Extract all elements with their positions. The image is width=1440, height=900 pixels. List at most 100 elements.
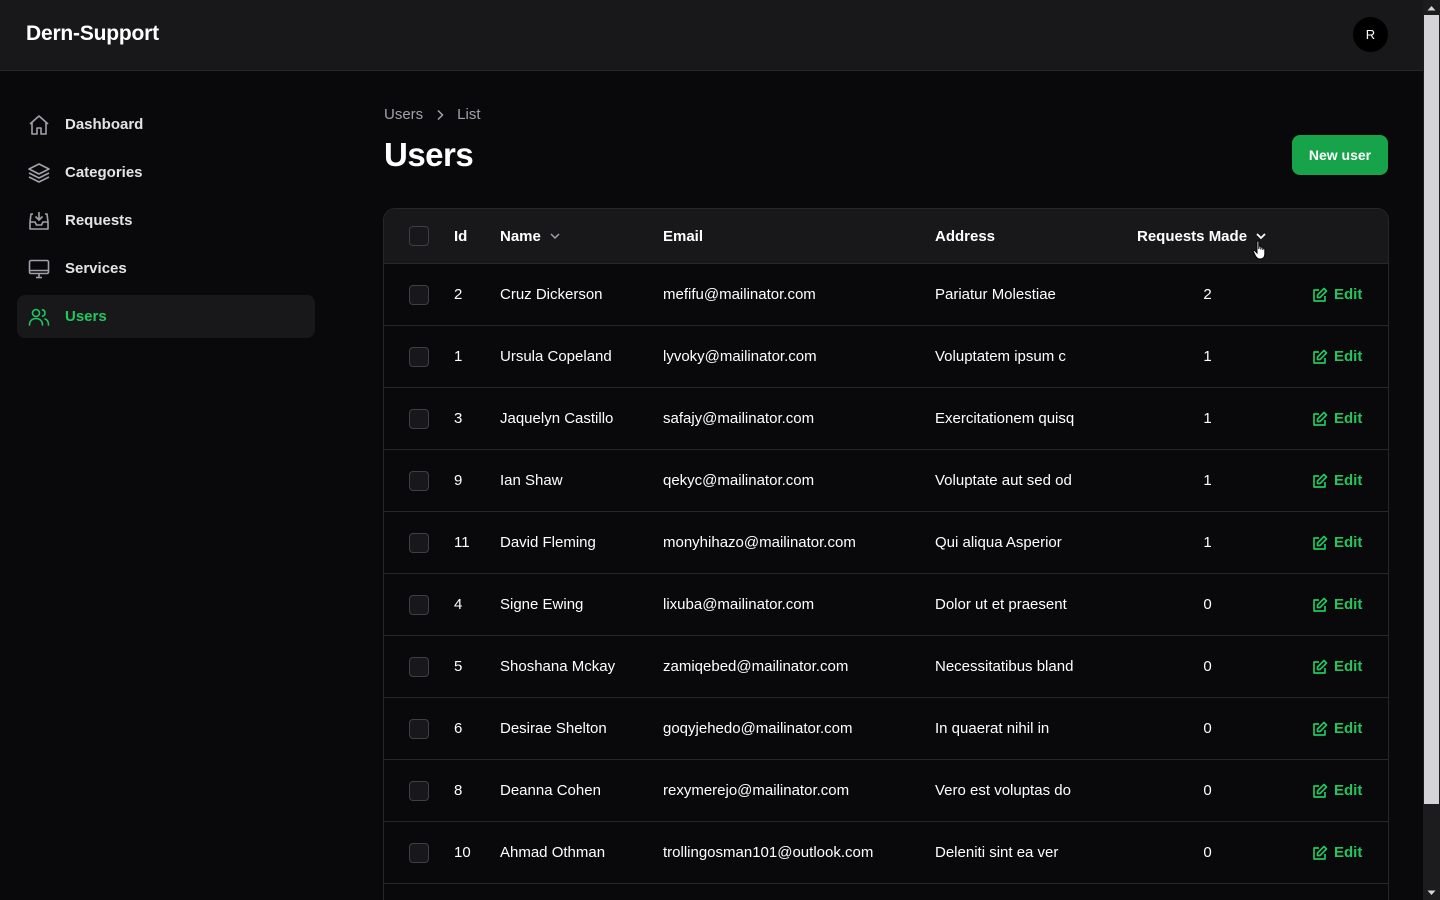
- cell-address: Vero est voluptas do: [935, 782, 1071, 799]
- cell-email: goqyjehedo@mailinator.com: [663, 720, 853, 737]
- sidebar-item-label: Categories: [65, 164, 143, 181]
- table-row: 8 Deanna Cohen rexymerejo@mailinator.com…: [384, 760, 1388, 822]
- table-row: 10 Ahmad Othman trollingosman101@outlook…: [384, 822, 1388, 884]
- edit-button[interactable]: Edit: [1312, 348, 1362, 365]
- column-header-label: Name: [500, 227, 541, 245]
- cell-name: Ahmad Othman: [500, 844, 606, 861]
- edit-button[interactable]: Edit: [1312, 410, 1362, 427]
- cell-email: qekyc@mailinator.com: [663, 472, 815, 489]
- breadcrumb-current: List: [457, 106, 481, 123]
- sidebar-item-dashboard[interactable]: Dashboard: [17, 103, 315, 146]
- cell-id: 5: [454, 658, 463, 675]
- users-icon: [27, 305, 51, 329]
- edit-button[interactable]: Edit: [1312, 596, 1362, 613]
- cell-name: Cruz Dickerson: [500, 286, 603, 303]
- cell-name: Jaquelyn Castillo: [500, 410, 614, 427]
- scroll-down-icon[interactable]: [1426, 887, 1437, 898]
- row-checkbox[interactable]: [409, 656, 429, 677]
- table-row: 6 Desirae Shelton goqyjehedo@mailinator.…: [384, 698, 1388, 760]
- edit-button[interactable]: Edit: [1312, 534, 1362, 551]
- sidebar-item-label: Services: [65, 260, 127, 277]
- row-checkbox[interactable]: [409, 780, 429, 801]
- sidebar-item-services[interactable]: Services: [17, 247, 315, 290]
- edit-icon: [1313, 535, 1328, 550]
- row-checkbox[interactable]: [409, 532, 429, 553]
- user-avatar[interactable]: R: [1353, 17, 1388, 52]
- cell-requests-made: 2: [1203, 286, 1212, 303]
- edit-label: Edit: [1334, 534, 1363, 551]
- edit-label: Edit: [1334, 782, 1363, 799]
- column-header-name[interactable]: Name: [500, 209, 561, 263]
- edit-button[interactable]: Edit: [1312, 286, 1362, 303]
- cell-address: Necessitatibus bland: [935, 658, 1074, 675]
- cell-email: trollingosman101@outlook.com: [663, 844, 874, 861]
- cell-email: monyhihazo@mailinator.com: [663, 534, 856, 551]
- cell-address: Voluptate aut sed od: [935, 472, 1072, 489]
- sidebar: Dashboard Categories Requests Services U…: [17, 103, 315, 343]
- scroll-up-icon[interactable]: [1426, 2, 1437, 13]
- edit-icon: [1313, 411, 1328, 426]
- cell-requests-made: 0: [1203, 658, 1212, 675]
- edit-button[interactable]: Edit: [1312, 658, 1362, 675]
- sidebar-item-categories[interactable]: Categories: [17, 151, 315, 194]
- sidebar-item-users[interactable]: Users: [17, 295, 315, 338]
- column-header-requests-made[interactable]: Requests Made: [1137, 209, 1267, 263]
- edit-button[interactable]: Edit: [1312, 844, 1362, 861]
- cell-id: 3: [454, 410, 463, 427]
- scrollbar-thumb[interactable]: [1424, 15, 1439, 804]
- cell-name: Shoshana Mckay: [500, 658, 616, 675]
- edit-button[interactable]: Edit: [1312, 472, 1362, 489]
- cell-address: Qui aliqua Asperior: [935, 534, 1062, 551]
- edit-icon: [1313, 783, 1328, 798]
- select-all-checkbox[interactable]: [409, 226, 429, 246]
- sidebar-item-label: Requests: [65, 212, 133, 229]
- sidebar-item-requests[interactable]: Requests: [17, 199, 315, 242]
- cell-id: 11: [454, 534, 470, 551]
- cell-email: rexymerejo@mailinator.com: [663, 782, 850, 799]
- cell-name: Signe Ewing: [500, 596, 584, 613]
- edit-label: Edit: [1334, 596, 1363, 613]
- layers-icon: [27, 161, 51, 185]
- cell-id: 9: [454, 472, 463, 489]
- cell-email: lixuba@mailinator.com: [663, 596, 815, 613]
- home-icon: [27, 113, 51, 137]
- cell-email: safajy@mailinator.com: [663, 410, 815, 427]
- cell-address: In quaerat nihil in: [935, 720, 1050, 737]
- row-checkbox[interactable]: [409, 408, 429, 429]
- table-row: 3 Jaquelyn Castillo safajy@mailinator.co…: [384, 388, 1388, 450]
- row-checkbox[interactable]: [409, 284, 429, 305]
- cell-name: Desirae Shelton: [500, 720, 607, 737]
- table-header: Id Name Email Address Requests Made: [384, 209, 1388, 264]
- sidebar-item-label: Dashboard: [65, 116, 144, 133]
- edit-icon: [1313, 845, 1328, 860]
- table-row: 1 Ursula Copeland lyvoky@mailinator.com …: [384, 326, 1388, 388]
- edit-label: Edit: [1334, 720, 1363, 737]
- breadcrumb: Users List: [384, 106, 481, 123]
- cell-name: Deanna Cohen: [500, 782, 601, 799]
- breadcrumb-link-users[interactable]: Users: [384, 106, 423, 123]
- cell-requests-made: 0: [1203, 782, 1212, 799]
- cell-requests-made: 1: [1203, 534, 1212, 551]
- edit-label: Edit: [1334, 844, 1363, 861]
- row-checkbox[interactable]: [409, 346, 429, 367]
- column-header-email: Email: [663, 227, 704, 245]
- row-checkbox[interactable]: [409, 842, 429, 863]
- row-checkbox[interactable]: [409, 718, 429, 739]
- cell-id: 10: [454, 844, 471, 861]
- edit-button[interactable]: Edit: [1312, 720, 1362, 737]
- cell-requests-made: 1: [1203, 410, 1212, 427]
- page-scrollbar[interactable]: [1423, 0, 1440, 900]
- hand-cursor-icon: [1252, 240, 1266, 260]
- table-row: 11 David Fleming monyhihazo@mailinator.c…: [384, 512, 1388, 574]
- edit-button[interactable]: Edit: [1312, 782, 1362, 799]
- edit-label: Edit: [1334, 410, 1363, 427]
- brand-logo[interactable]: Dern-Support: [26, 22, 159, 46]
- edit-label: Edit: [1334, 472, 1363, 489]
- row-checkbox[interactable]: [409, 470, 429, 491]
- cell-requests-made: 0: [1203, 720, 1212, 737]
- cell-address: Exercitationem quisq: [935, 410, 1075, 427]
- new-user-button[interactable]: New user: [1292, 135, 1388, 175]
- cell-address: Dolor ut et praesent: [935, 596, 1067, 613]
- row-checkbox[interactable]: [409, 594, 429, 615]
- table-row: 4 Signe Ewing lixuba@mailinator.com Dolo…: [384, 574, 1388, 636]
